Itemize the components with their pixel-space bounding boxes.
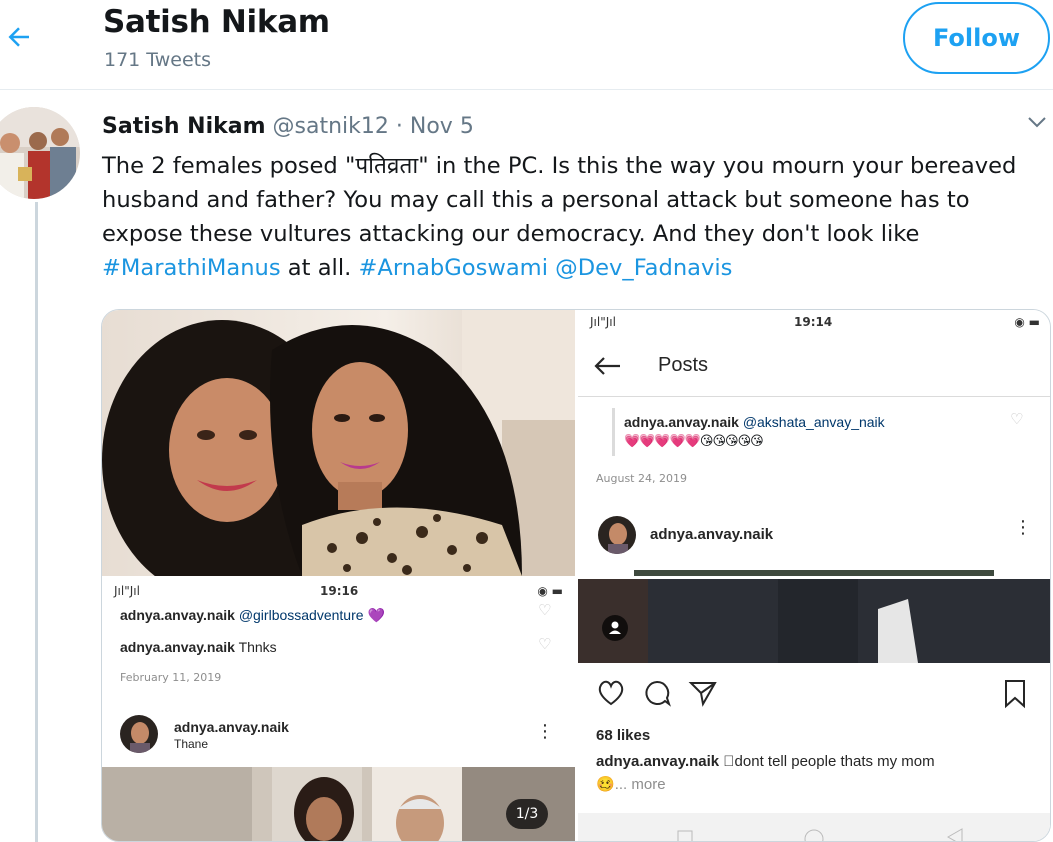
comment-emoji: 💜 — [367, 607, 385, 623]
bookmark-icon — [1002, 679, 1028, 713]
meta-separator: · — [395, 114, 403, 139]
post-username: adnya.anvay.naik — [174, 719, 289, 735]
tweet-text: The 2 females posed "पतिव्रता" in the PC… — [102, 149, 1032, 285]
likes-count: 68 likes — [596, 727, 651, 744]
back-arrow-icon[interactable] — [590, 348, 630, 384]
post-photo — [102, 767, 575, 841]
more-link: ... more — [614, 776, 666, 793]
header-divider — [0, 89, 1053, 90]
avatar — [120, 715, 158, 753]
screenshot-instagram-post[interactable]: 68 likes adnya.anvay.naik  dont tell peo… — [578, 579, 1050, 841]
signal-icon: Jıl"Jıl — [590, 315, 616, 329]
comment-date: February 11, 2019 — [120, 671, 222, 684]
tweet-header: Satish Nikam @satnik12 · Nov 5 — [102, 114, 474, 139]
comment-user: adnya.anvay.naik — [120, 607, 235, 623]
battery-icon: ◉ ▬ — [537, 584, 563, 598]
caption-user: adnya.anvay.naik — [596, 753, 720, 770]
tweet-text-part: at all. — [280, 255, 359, 281]
avatar[interactable] — [0, 107, 80, 199]
mention-dev-fadnavis[interactable]: @Dev_Fadnavis — [555, 255, 732, 281]
media-grid[interactable]: Jıl"Jıl 19:14 ◉ ▬ Posts adnya.anvay.naik… — [101, 309, 1051, 842]
battery-icon: ◉ ▬ — [1014, 315, 1040, 329]
caption: adnya.anvay.naik  dont tell people thats… — [596, 753, 935, 770]
comment-1: adnya.anvay.naik @girlbossadventure 💜 — [120, 607, 385, 624]
status-bar: Jıl"Jıl 19:14 ◉ ▬ — [578, 310, 1050, 334]
chevron-down-icon[interactable] — [1024, 112, 1050, 132]
tweet-text-part: The 2 females posed "पतिव्रता" in the PC… — [102, 153, 1017, 247]
more-options-icon: ⋮ — [1014, 517, 1032, 538]
post-username: adnya.anvay.naik — [650, 526, 774, 543]
like-icon — [596, 679, 626, 711]
divider — [578, 396, 1050, 397]
tweet-count: 171 Tweets — [104, 49, 212, 71]
post-location: Thane — [174, 737, 209, 751]
heart-outline-icon: ♡ — [538, 635, 552, 653]
back-arrow-icon — [8, 27, 29, 47]
follow-button[interactable]: Follow — [903, 2, 1050, 74]
caption-text:  dont tell people thats my mom — [723, 753, 935, 770]
signal-icon: Jıl"Jıl — [114, 584, 140, 598]
reply-line — [612, 408, 615, 456]
avatar — [598, 516, 636, 554]
image-counter: 1/3 — [506, 799, 548, 829]
comment-text: Thnks — [238, 639, 277, 655]
screenshot-instagram-comments[interactable]: Jıl"Jıl 19:16 ◉ ▬ adnya.anvay.naik @girl… — [102, 579, 575, 841]
back-button[interactable] — [4, 22, 40, 58]
tweet-date[interactable]: Nov 5 — [410, 114, 474, 139]
thread-line — [35, 202, 38, 842]
status-bar: Jıl"Jıl 19:16 ◉ ▬ — [102, 579, 575, 603]
user-tag-icon — [602, 615, 628, 641]
more-options-icon: ⋮ — [536, 721, 554, 742]
phone-nav-bar — [578, 813, 1050, 841]
hashtag-arnabgoswami[interactable]: #ArnabGoswami — [358, 255, 548, 281]
share-icon — [688, 679, 718, 711]
comment-date: August 24, 2019 — [596, 472, 687, 485]
comment-emoji: 💗💗💗💗💗😘😘😘😘😘 — [624, 434, 764, 449]
comment-user: adnya.anvay.naik — [624, 414, 739, 430]
photo-edge — [634, 570, 994, 576]
status-time: 19:14 — [794, 315, 833, 329]
profile-name: Satish Nikam — [103, 4, 330, 40]
photo-selfie[interactable] — [102, 310, 575, 576]
heart-outline-icon: ♡ — [1010, 410, 1024, 428]
caption-emoji: 🥴 — [596, 776, 615, 793]
status-time: 19:16 — [320, 584, 359, 598]
screenshot-instagram-posts[interactable]: Jıl"Jıl 19:14 ◉ ▬ Posts adnya.anvay.naik… — [578, 310, 1050, 576]
comment-mention: @akshata_anvay_naik — [742, 414, 885, 430]
hashtag-marathimanus[interactable]: #MarathiManus — [102, 255, 281, 281]
heart-outline-icon: ♡ — [538, 601, 552, 619]
comment-2: adnya.anvay.naik Thnks — [120, 639, 277, 655]
comment: adnya.anvay.naik @akshata_anvay_naik — [624, 414, 885, 430]
tweet-handle[interactable]: @satnik12 — [273, 114, 389, 139]
tweet-author-name[interactable]: Satish Nikam — [102, 114, 266, 139]
comment-mention: @girlbossadventure — [238, 607, 364, 623]
posts-title: Posts — [658, 354, 709, 376]
comment-icon — [642, 679, 672, 711]
comment-user: adnya.anvay.naik — [120, 639, 235, 655]
post-photo — [578, 579, 1050, 663]
caption-continued: 🥴... more — [596, 775, 666, 793]
